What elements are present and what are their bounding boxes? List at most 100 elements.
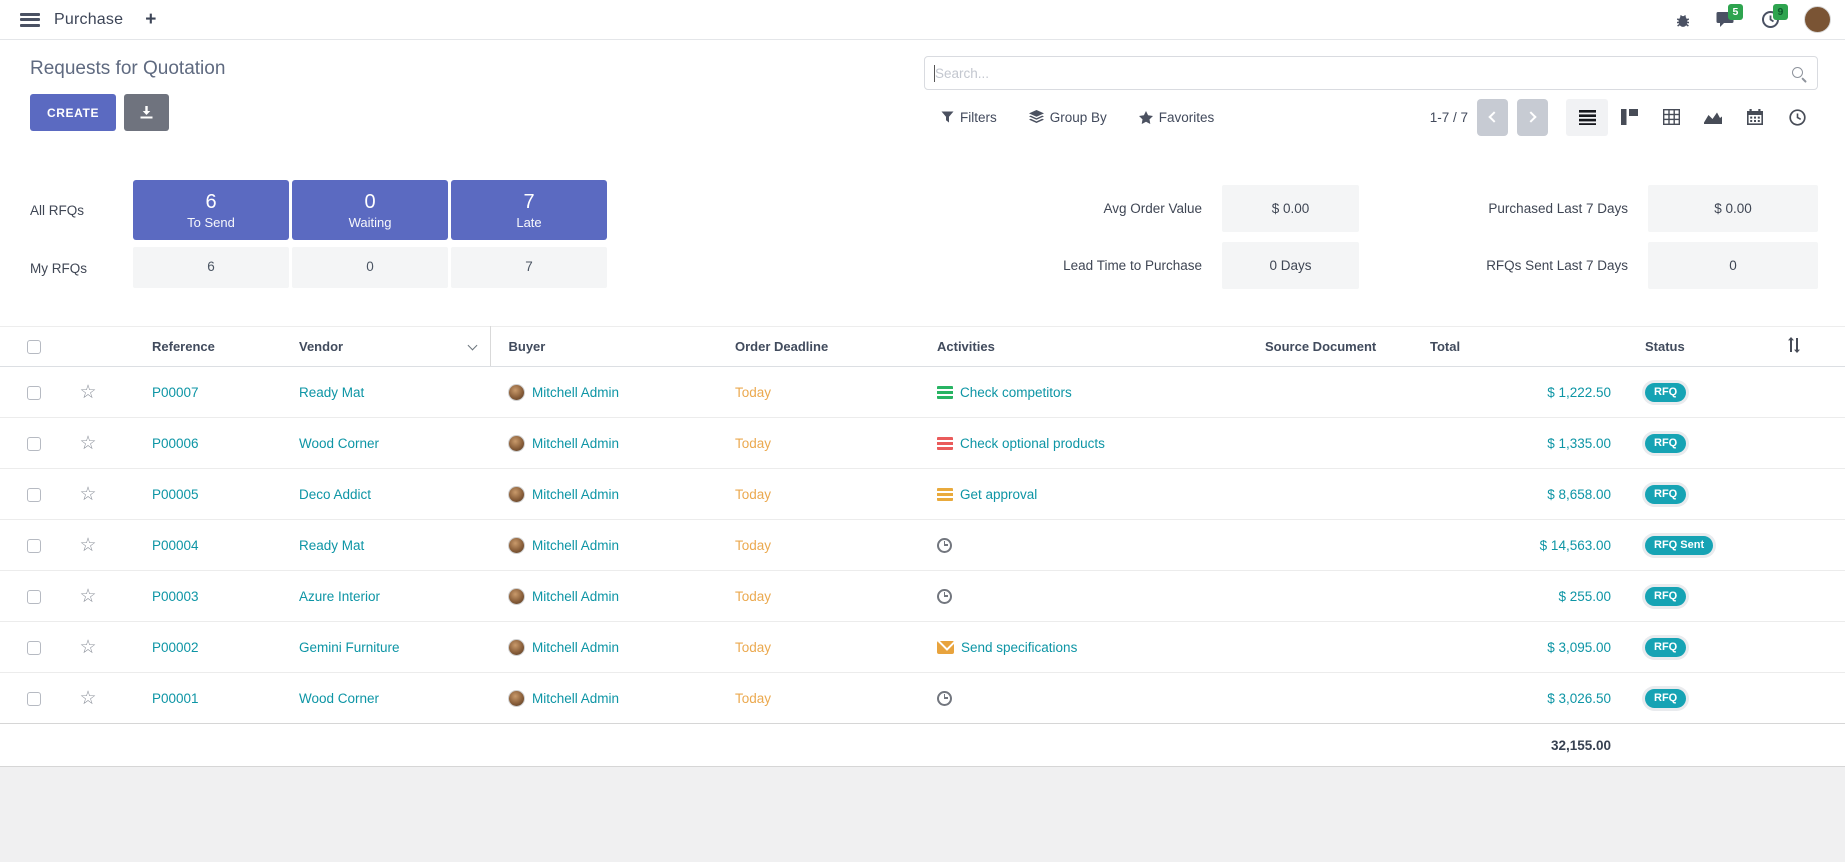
user-avatar[interactable] [1804,6,1831,33]
pager-previous-button[interactable] [1477,99,1508,136]
favorite-star-icon[interactable]: ☆ [79,382,96,403]
favorite-star-icon[interactable]: ☆ [79,433,96,454]
activity-icon[interactable] [937,488,953,501]
buyer-link[interactable]: Mitchell Admin [532,691,619,706]
export-button[interactable] [124,94,169,131]
header-reference[interactable]: Reference [118,327,285,367]
buyer-link[interactable]: Mitchell Admin [532,589,619,604]
row-checkbox[interactable] [27,488,41,502]
stat-card-my-late[interactable]: 7 [451,247,607,288]
stat-card-waiting[interactable]: 0 Waiting [292,180,448,240]
favorite-star-icon[interactable]: ☆ [79,535,96,556]
chevron-down-icon[interactable] [467,341,477,351]
table-row[interactable]: ☆ P00003 Azure Interior Mitchell Admin T… [0,571,1845,622]
app-name[interactable]: Purchase [54,11,123,29]
buyer-link[interactable]: Mitchell Admin [532,436,619,451]
activities-clock-icon[interactable]: 9 [1761,10,1780,29]
optional-columns-icon[interactable] [1786,337,1802,353]
vendor-link[interactable]: Wood Corner [299,436,379,451]
header-vendor[interactable]: Vendor [285,327,490,367]
buyer-link[interactable]: Mitchell Admin [532,538,619,553]
table-row[interactable]: ☆ P00002 Gemini Furniture Mitchell Admin… [0,622,1845,673]
favorite-star-icon[interactable]: ☆ [79,586,96,607]
view-activity-button[interactable] [1776,99,1818,136]
header-activities[interactable]: Activities [930,327,1225,367]
header-source-document[interactable]: Source Document [1225,327,1430,367]
vendor-link[interactable]: Gemini Furniture [299,640,400,655]
stat-card-late[interactable]: 7 Late [451,180,607,240]
view-list-button[interactable] [1566,99,1608,136]
activity-label[interactable]: Get approval [960,487,1037,502]
activity-icon[interactable] [937,691,952,706]
select-all-checkbox[interactable] [27,340,41,354]
view-graph-button[interactable] [1692,99,1734,136]
header-status[interactable]: Status [1625,327,1740,367]
vendor-link[interactable]: Ready Mat [299,538,364,553]
stat-card-to-send[interactable]: 6 To Send [133,180,289,240]
kpi-label: Lead Time to Purchase [1007,258,1202,273]
reference-link[interactable]: P00002 [152,640,199,655]
table-row[interactable]: ☆ P00001 Wood Corner Mitchell Admin Toda… [0,673,1845,724]
buyer-link[interactable]: Mitchell Admin [532,385,619,400]
activity-icon[interactable] [937,641,954,654]
vendor-link[interactable]: Azure Interior [299,589,380,604]
stat-card-my-waiting[interactable]: 0 [292,247,448,288]
buyer-link[interactable]: Mitchell Admin [532,640,619,655]
vendor-link[interactable]: Ready Mat [299,385,364,400]
kpi-value[interactable]: 0 Days [1222,242,1359,289]
rfq-stats: All RFQs 6 To Send 0 Waiting 7 Late My R… [30,180,607,289]
reference-link[interactable]: P00003 [152,589,199,604]
table-row[interactable]: ☆ P00005 Deco Addict Mitchell Admin Toda… [0,469,1845,520]
pager-next-button[interactable] [1517,99,1548,136]
vendor-link[interactable]: Wood Corner [299,691,379,706]
stat-card-my-to-send[interactable]: 6 [133,247,289,288]
kpi-value[interactable]: 0 [1648,242,1818,289]
stat-value: 7 [523,191,534,213]
view-pivot-button[interactable] [1650,99,1692,136]
header-buyer[interactable]: Buyer [490,327,725,367]
reference-link[interactable]: P00007 [152,385,199,400]
kpi-value[interactable]: $ 0.00 [1648,185,1818,232]
search-icon[interactable] [1790,65,1808,83]
reference-link[interactable]: P00006 [152,436,199,451]
group-by-button[interactable]: Group By [1029,110,1107,125]
status-badge: RFQ [1645,383,1686,402]
table-row[interactable]: ☆ P00004 Ready Mat Mitchell Admin Today … [0,520,1845,571]
apps-menu-icon[interactable] [20,13,40,27]
filters-button[interactable]: Filters [941,110,997,125]
activity-icon[interactable] [937,386,953,399]
view-calendar-button[interactable] [1734,99,1776,136]
row-checkbox[interactable] [27,692,41,706]
debug-bug-icon[interactable] [1674,11,1692,29]
header-order-deadline[interactable]: Order Deadline [725,327,930,367]
row-checkbox[interactable] [27,590,41,604]
activity-label[interactable]: Check optional products [960,436,1105,451]
favorite-star-icon[interactable]: ☆ [79,637,96,658]
activity-label[interactable]: Check competitors [960,385,1072,400]
favorite-star-icon[interactable]: ☆ [79,484,96,505]
kpi-value[interactable]: $ 0.00 [1222,185,1359,232]
table-row[interactable]: ☆ P00006 Wood Corner Mitchell Admin Toda… [0,418,1845,469]
favorites-button[interactable]: Favorites [1139,110,1215,125]
header-total[interactable]: Total [1430,327,1625,367]
activity-icon[interactable] [937,437,953,450]
messages-icon[interactable]: 5 [1716,10,1737,29]
activity-icon[interactable] [937,538,952,553]
reference-link[interactable]: P00001 [152,691,199,706]
table-row[interactable]: ☆ P00007 Ready Mat Mitchell Admin Today … [0,367,1845,418]
search-input[interactable] [925,57,1817,89]
activity-icon[interactable] [937,589,952,604]
view-kanban-button[interactable] [1608,99,1650,136]
reference-link[interactable]: P00005 [152,487,199,502]
vendor-link[interactable]: Deco Addict [299,487,371,502]
new-tab-button[interactable]: + [145,10,156,29]
row-checkbox[interactable] [27,386,41,400]
create-button[interactable]: CREATE [30,94,116,131]
reference-link[interactable]: P00004 [152,538,199,553]
row-checkbox[interactable] [27,641,41,655]
row-checkbox[interactable] [27,437,41,451]
favorite-star-icon[interactable]: ☆ [79,688,96,709]
row-checkbox[interactable] [27,539,41,553]
activity-label[interactable]: Send specifications [961,640,1077,655]
buyer-link[interactable]: Mitchell Admin [532,487,619,502]
